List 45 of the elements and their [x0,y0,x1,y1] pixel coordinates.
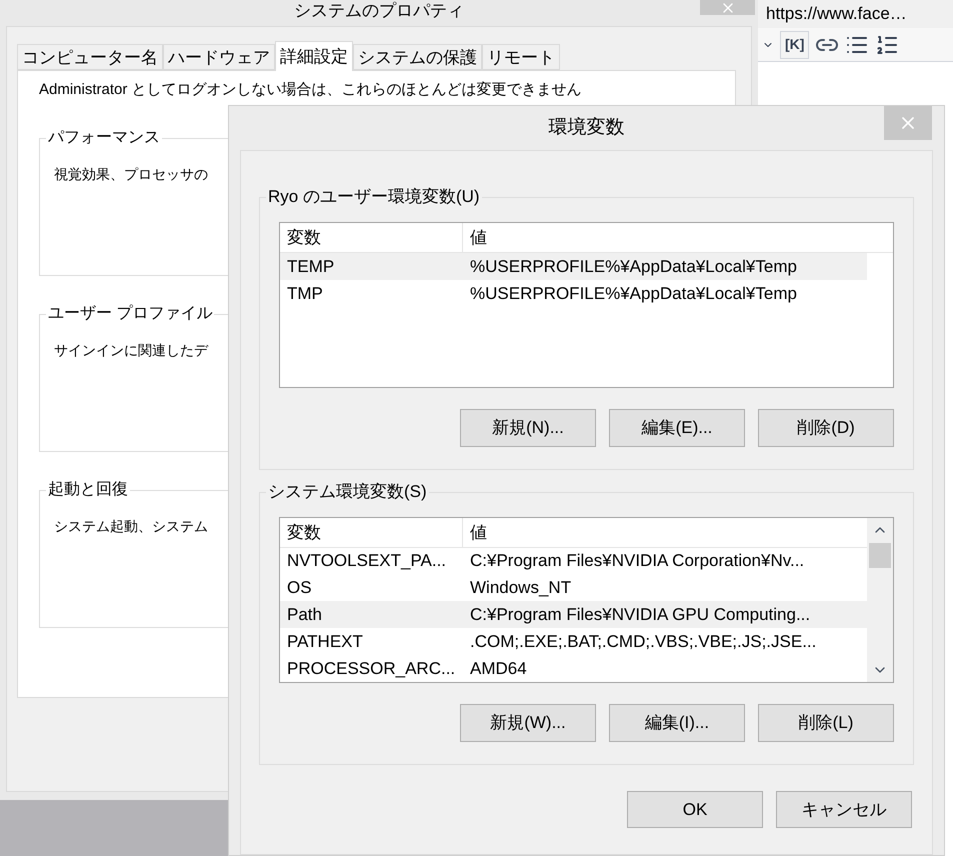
dialog-button[interactable]: 削除(L) [758,704,894,742]
dialog-button[interactable]: 編集(I)... [609,704,745,742]
dialog-button[interactable]: 削除(D) [758,409,894,447]
variable-value: %USERPROFILE%¥AppData¥Local¥Temp [469,282,798,305]
dialog-title: 環境変数 [548,116,624,140]
tab[interactable]: リモート [482,44,560,70]
variable-name: Path [286,604,323,626]
variable-name: PATHEXT [286,630,364,653]
variable-value: AMD64 [469,658,528,680]
variable-name: OS [286,577,313,600]
window-title: システムのプロパティ [294,0,464,22]
group-description: システム起動、システム [54,518,208,534]
variable-name: TMP [286,282,324,305]
tab[interactable]: ハードウェア [163,44,275,70]
notice-text: Administrator としてログオンしない場合は、これらのほとんどは変更できません [39,80,583,100]
variable-value: %USERPROFILE%¥AppData¥Local¥Temp [469,256,798,278]
dialog-button[interactable]: キャンセル [776,791,912,828]
variable-value: .COM;.EXE;.BAT;.CMD;.VBS;.VBE;.JS;.JSE... [469,630,818,653]
dialog-button[interactable]: 編集(E)... [609,409,745,447]
scrollbar[interactable] [867,518,893,682]
tab[interactable]: システムの保護 [353,44,482,70]
toolbar-button[interactable]: [K] [780,30,810,58]
dialog-button[interactable]: 新規(N)... [460,409,596,447]
group-title: Ryo のユーザー環境変数(U) [266,186,482,208]
variable-value: Windows_NT [469,577,572,600]
group-description: 視覚効果、プロセッサの [54,166,208,182]
tab[interactable]: コンピューター名 [17,44,163,70]
group-description: サインインに関連したデ [54,342,208,358]
list-row[interactable]: Path C:¥Program Files¥NVIDIA GPU Computing... [280,601,867,628]
dialog-button[interactable]: 新規(W)... [460,704,596,742]
scroll-thumb[interactable] [869,542,891,568]
column-header[interactable]: 値 [463,223,867,252]
variable-value: C:¥Program Files¥NVIDIA GPU Computing... [469,604,812,626]
column-header[interactable]: 変数 [280,223,463,252]
variable-name: TEMP [286,256,336,278]
group-title: システム環境変数(S) [266,481,429,503]
column-header[interactable]: 値 [463,518,867,547]
dialog-button[interactable]: OK [627,791,763,828]
column-header[interactable]: 変数 [280,518,463,547]
list-row[interactable]: TEMP %USERPROFILE%¥AppData¥Local¥Temp [280,253,867,280]
variable-name: PROCESSOR_ARC... [286,658,456,680]
variable-name: NVTOOLSEXT_PA... [286,550,448,572]
tab[interactable]: 詳細設定 [275,41,353,71]
variable-value: C:¥Program Files¥NVIDIA Corporation¥Nv... [469,550,806,572]
page-url: https://www.face… [766,3,907,26]
